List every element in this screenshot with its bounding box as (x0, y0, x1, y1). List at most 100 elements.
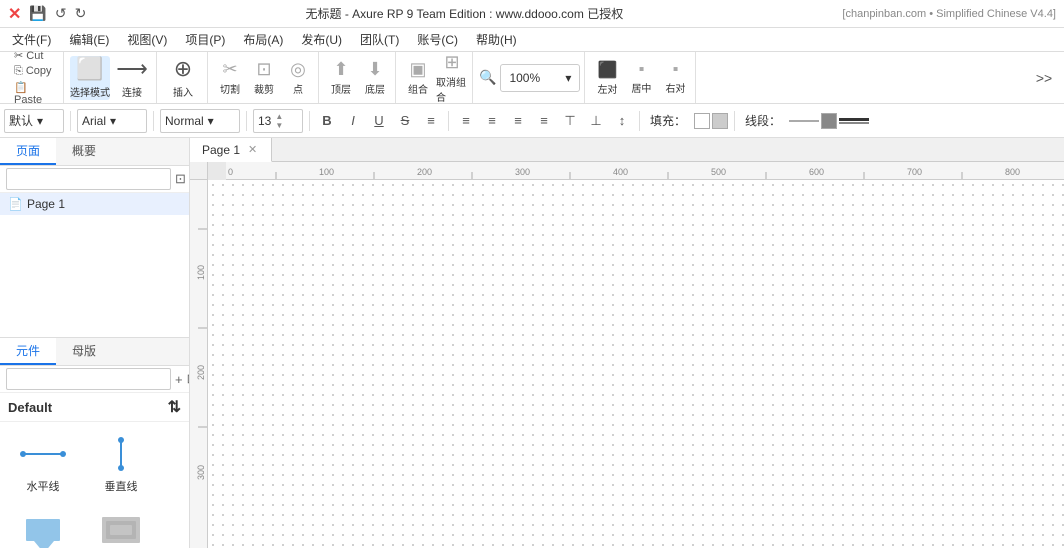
font-size-control[interactable]: 13 ▲▼ (253, 109, 303, 133)
top-layer-button[interactable]: ⬆ 顶层 (325, 56, 357, 100)
design-canvas[interactable] (208, 180, 1064, 548)
select-mode-button[interactable]: ⬜ 选择模式 (70, 56, 110, 100)
text-align-bottom-button[interactable]: ↕ (611, 110, 633, 132)
svg-text:500: 500 (711, 167, 726, 177)
border-weight-medium[interactable] (839, 122, 869, 124)
tab-outline[interactable]: 概要 (56, 138, 112, 165)
pages-section: 页面 概要 ⊡ ⋮ 📄 Page 1 (0, 138, 189, 338)
align-group: ⬛ 左对 ▪ 居中 ▪ 右对 (587, 52, 696, 103)
pages-search-input[interactable] (6, 168, 171, 190)
point-button[interactable]: ◎ 点 (282, 56, 314, 100)
text-align-center-button[interactable]: ≡ (481, 110, 503, 132)
page-tab-page1[interactable]: Page 1 ✕ (190, 138, 272, 162)
undo-icon[interactable]: ↺ (55, 5, 67, 22)
add-page-button[interactable]: ⊡ (175, 168, 186, 190)
format-bar: 默认 ▾ Arial ▾ Normal ▾ 13 ▲▼ B I U S ≡ ≡ … (0, 104, 1064, 138)
page-tabs-bar: Page 1 ✕ (190, 138, 1064, 162)
menu-project[interactable]: 项目(P) (177, 29, 233, 50)
top-layer-icon: ⬆ (333, 59, 348, 80)
ruler-row: 0 100 200 300 400 500 600 (190, 162, 1064, 180)
copy-button[interactable]: ⎘ Copy (10, 64, 56, 79)
svg-text:200: 200 (196, 365, 206, 380)
list-button[interactable]: ≡ (420, 110, 442, 132)
title-bar-icons: ✕ 💾 ↺ ↻ (8, 4, 86, 24)
align-left-button[interactable]: ⬛ 左对 (591, 56, 623, 100)
app-title: 无标题 - Axure RP 9 Team Edition : www.ddoo… (86, 5, 842, 22)
align-right-button[interactable]: ▪ 右对 (659, 56, 691, 100)
page-item-page1[interactable]: 📄 Page 1 (0, 193, 189, 215)
ungroup-button[interactable]: ⊞ 取消组合 (436, 56, 468, 100)
more-tools-button[interactable]: >> (1028, 56, 1060, 100)
menu-account[interactable]: 账号(C) (409, 29, 466, 50)
strikethrough-button[interactable]: S (394, 110, 416, 132)
underline-button[interactable]: U (368, 110, 390, 132)
svg-text:300: 300 (515, 167, 530, 177)
comp-hline[interactable]: 水平线 (8, 430, 78, 498)
text-align-left-button[interactable]: ≡ (455, 110, 477, 132)
page-tab-close-button[interactable]: ✕ (246, 143, 259, 156)
menu-edit[interactable]: 编辑(E) (61, 29, 117, 50)
font-dropdown-icon: ▾ (110, 114, 116, 128)
canvas-ruler-wrap: 0 100 200 300 400 500 600 (190, 162, 1064, 548)
tab-pages[interactable]: 页面 (0, 138, 56, 165)
cut-button[interactable]: ✂ Cut (10, 48, 47, 63)
paste-button[interactable]: 📋 Paste (10, 80, 57, 107)
comp-hotspot[interactable]: 热区 (8, 506, 78, 548)
style-dropdown-icon: ▾ (37, 114, 43, 128)
connect-button[interactable]: ⟶ 连接 (112, 56, 152, 100)
comp-section-toggle[interactable]: ⇅ (168, 397, 181, 417)
menu-help[interactable]: 帮助(H) (468, 29, 525, 50)
bottom-layer-icon: ⬇ (367, 59, 382, 80)
redo-icon[interactable]: ↻ (75, 5, 87, 22)
zoom-icon: 🔍 (479, 69, 496, 86)
page-tab-label: Page 1 (202, 143, 240, 157)
style-dropdown[interactable]: 默认 ▾ (4, 109, 64, 133)
comp-view-button[interactable]: ⊡ (187, 368, 189, 390)
zoom-value-display[interactable]: 100% ▾ (500, 64, 580, 92)
comp-dynpanel-icon-box (95, 510, 147, 548)
align-center-button[interactable]: ▪ 居中 (625, 56, 657, 100)
divider-5 (448, 111, 449, 131)
tab-components[interactable]: 元件 (0, 338, 56, 365)
zoom-control[interactable]: 🔍 100% ▾ (479, 64, 580, 92)
border-weight-thick[interactable] (839, 118, 869, 121)
menu-team[interactable]: 团队(T) (352, 29, 407, 50)
align-left-icon: ⬛ (597, 60, 617, 80)
fill-color-box2[interactable] (712, 113, 728, 129)
comp-vline[interactable]: 垂直线 (86, 430, 156, 498)
tab-masters[interactable]: 母版 (56, 338, 112, 365)
size-style-dropdown[interactable]: Normal ▾ (160, 109, 240, 133)
border-color-box[interactable] (821, 113, 837, 129)
menu-file[interactable]: 文件(F) (4, 29, 59, 50)
fill-color-box[interactable] (694, 113, 710, 129)
comp-search-toolbar: + ⊡ ⋮ (0, 366, 189, 393)
comp-hline-icon-box (17, 434, 69, 474)
fill-controls (694, 113, 728, 129)
comp-search-input[interactable] (6, 368, 171, 390)
comp-dynpanel[interactable]: 动态面板 (86, 506, 156, 548)
italic-button[interactable]: I (342, 110, 364, 132)
font-dropdown[interactable]: Arial ▾ (77, 109, 147, 133)
insert-button[interactable]: ⊕ 插入 (163, 56, 203, 100)
text-align-justify-button[interactable]: ≡ (533, 110, 555, 132)
bottom-layer-button[interactable]: ⬇ 底层 (359, 56, 391, 100)
text-align-top-button[interactable]: ⊤ (559, 110, 581, 132)
text-align-right-button[interactable]: ≡ (507, 110, 529, 132)
ruler-horizontal: 0 100 200 300 400 500 600 (226, 162, 1064, 180)
menu-layout[interactable]: 布局(A) (235, 29, 291, 50)
cut-tool-button[interactable]: ✂ 切割 (214, 56, 246, 100)
bold-button[interactable]: B (316, 110, 338, 132)
crop-icon: ⊡ (256, 59, 271, 80)
comp-section-tabs: 元件 母版 (0, 338, 189, 366)
add-comp-button[interactable]: + (175, 368, 183, 390)
menu-view[interactable]: 视图(V) (119, 29, 175, 50)
save-icon[interactable]: 💾 (29, 5, 46, 22)
pages-search-toolbar: ⊡ ⋮ (0, 166, 189, 193)
app-logo-icon: ✕ (8, 4, 21, 24)
menu-publish[interactable]: 发布(U) (293, 29, 350, 50)
group-button[interactable]: ▣ 组合 (402, 56, 434, 100)
crop-button[interactable]: ⊡ 裁剪 (248, 56, 280, 100)
svg-text:300: 300 (196, 465, 206, 480)
text-align-middle-button[interactable]: ⊥ (585, 110, 607, 132)
border-style-box[interactable] (789, 120, 819, 122)
